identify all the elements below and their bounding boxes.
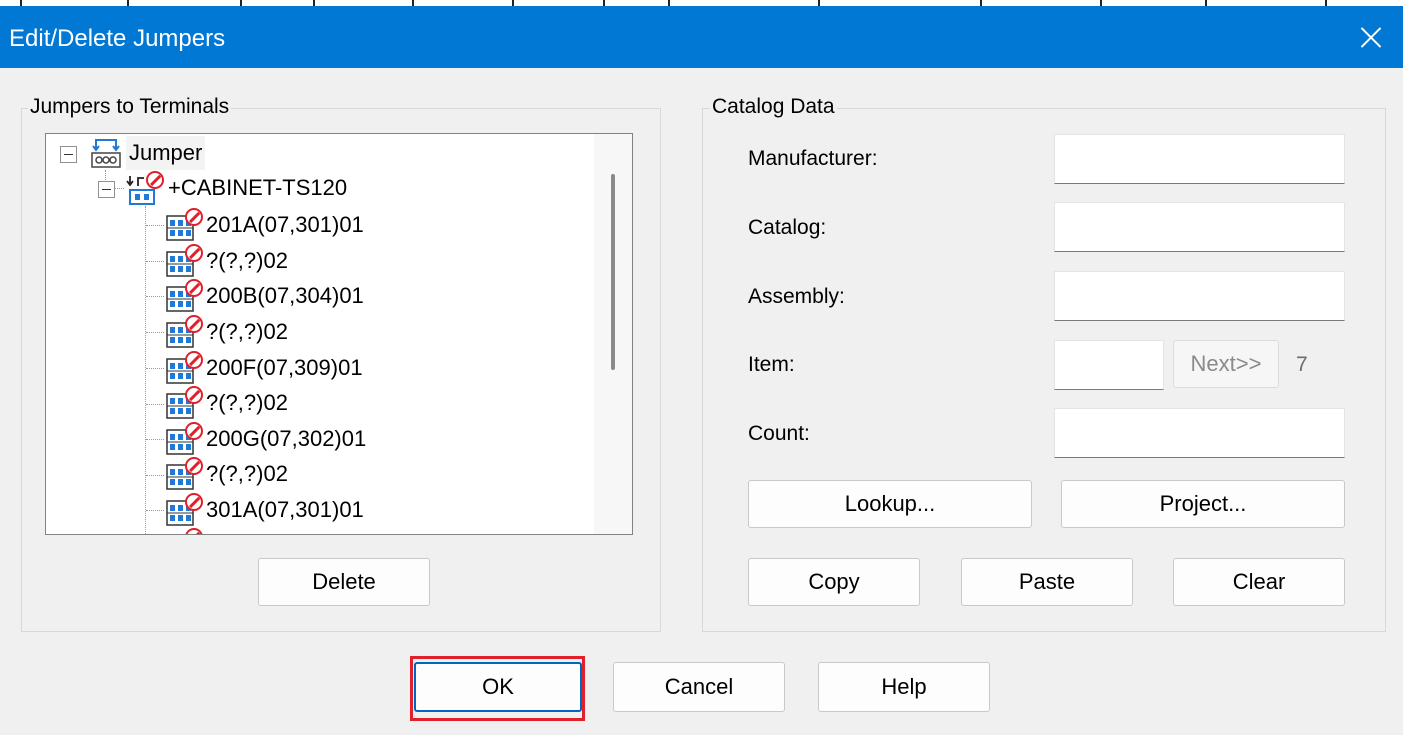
error-badge-icon <box>185 279 203 297</box>
ok-highlight-box <box>410 656 585 721</box>
next-button[interactable]: Next>> <box>1173 340 1279 388</box>
error-badge-icon <box>185 208 203 226</box>
tree-line <box>146 404 164 405</box>
assembly-field[interactable] <box>1054 271 1345 321</box>
tree-line <box>146 475 164 476</box>
lookup-button[interactable]: Lookup... <box>748 480 1032 528</box>
collapse-toggle-root[interactable] <box>60 146 77 163</box>
tree-line <box>145 206 146 534</box>
error-badge-icon <box>185 457 203 475</box>
tree-node-label: 301A(07,301)01 <box>206 497 364 522</box>
dialog-title: Edit/Delete Jumpers <box>9 25 226 52</box>
tree-line <box>146 332 164 333</box>
manufacturer-field[interactable] <box>1054 134 1345 184</box>
item-field[interactable] <box>1054 340 1164 390</box>
tree-node-label: ?(?,?)02 <box>206 390 288 415</box>
title-bar: Edit/Delete Jumpers <box>0 6 1403 68</box>
clear-button[interactable]: Clear <box>1173 558 1345 606</box>
jumpers-group-label: Jumpers to Terminals <box>28 95 232 119</box>
delete-button[interactable]: Delete <box>258 558 430 606</box>
count-label: Count: <box>748 422 810 445</box>
tree-node-label: Jumper <box>129 140 203 165</box>
error-badge-icon <box>185 493 203 511</box>
catalog-label: Catalog: <box>748 216 827 239</box>
tree-node-label: 200G(07,302)01 <box>206 426 367 451</box>
jumper-tree[interactable]: Jumper +CABINET-TS120 201A(07,301)01 ?(?… <box>45 133 633 535</box>
tree-node-label: ?(?,?)02 <box>206 461 288 486</box>
tree-line <box>114 188 124 189</box>
error-badge-icon <box>185 528 203 534</box>
cancel-button[interactable]: Cancel <box>613 662 785 712</box>
error-badge-icon <box>146 171 164 189</box>
tree-line <box>146 225 164 226</box>
error-badge-icon <box>185 351 203 369</box>
tree-node-label: 200F(07,309)01 <box>206 355 363 380</box>
error-badge-icon <box>185 386 203 404</box>
collapse-toggle-cabinet[interactable] <box>98 181 115 198</box>
error-badge-icon <box>185 315 203 333</box>
tree-line <box>146 261 164 262</box>
tree-scrollbar-thumb[interactable] <box>611 174 615 370</box>
paste-button[interactable]: Paste <box>961 558 1133 606</box>
tree-line <box>146 296 164 297</box>
tree-node-label: ?(?,?)02 <box>206 319 288 344</box>
catalog-group-label: Catalog Data <box>710 95 837 119</box>
count-field[interactable] <box>1054 408 1345 458</box>
tree-node-label: ?(?,?)02 <box>206 248 288 273</box>
help-button[interactable]: Help <box>818 662 990 712</box>
catalog-group <box>702 108 1386 632</box>
error-badge-icon <box>185 244 203 262</box>
tree-node-label: +CABINET-TS120 <box>168 175 348 200</box>
tree-line <box>146 368 164 369</box>
tree-node-jumper[interactable]: Jumper <box>126 136 206 170</box>
project-button[interactable]: Project... <box>1061 480 1345 528</box>
tree-scrollbar[interactable] <box>594 134 632 534</box>
tree-node-label: 200B(07,304)01 <box>206 283 364 308</box>
catalog-field[interactable] <box>1054 202 1345 252</box>
tree-node-cabinet[interactable]: +CABINET-TS120 <box>168 171 347 205</box>
tree-line <box>146 510 164 511</box>
item-label: Item: <box>748 353 795 376</box>
copy-button[interactable]: Copy <box>748 558 920 606</box>
jumper-icon <box>91 139 121 168</box>
close-icon[interactable] <box>1339 6 1403 68</box>
assembly-label: Assembly: <box>748 285 845 308</box>
tree-node-label: 201A(07,301)01 <box>206 212 364 237</box>
next-item-number: 7 <box>1296 353 1308 376</box>
error-badge-icon <box>185 422 203 440</box>
tree-line <box>146 439 164 440</box>
manufacturer-label: Manufacturer: <box>748 147 878 170</box>
